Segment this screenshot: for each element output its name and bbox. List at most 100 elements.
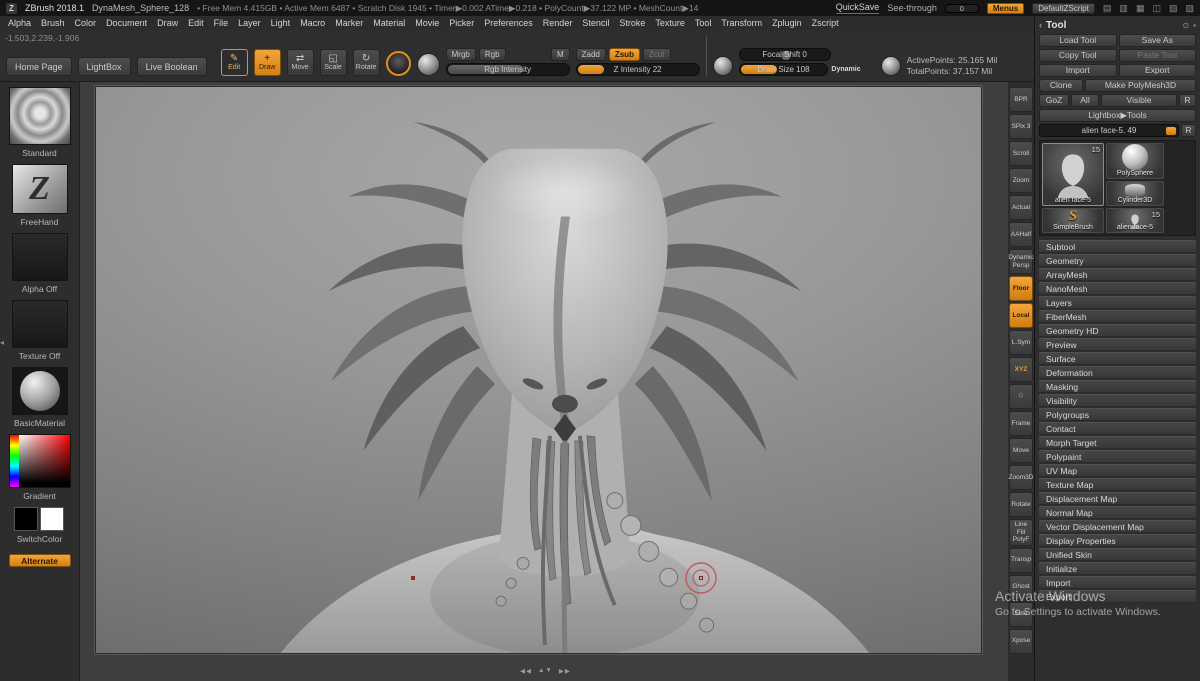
tool-section-header[interactable]: Masking [1039,380,1196,393]
menu-item[interactable]: Render [538,16,578,30]
see-through-slider[interactable]: 0 [945,4,979,13]
menu-item[interactable]: Texture [650,16,690,30]
mrgb-button[interactable]: Mrgb [446,48,476,61]
shelf-button[interactable]: Move [1009,438,1033,463]
rotate-mode-button[interactable]: ↻ Rotate [353,49,380,76]
focal-shift-slider[interactable]: Focal Shift 0 [739,48,831,61]
tool-section-header[interactable]: Contact [1039,422,1196,435]
tool-section-header[interactable]: Unified Skin [1039,548,1196,561]
zsub-button[interactable]: Zsub [609,48,640,61]
tool-section-header[interactable]: Visibility [1039,394,1196,407]
tool-thumbnail-cylinder3d[interactable]: Cylinder3D [1106,181,1164,206]
menu-item[interactable]: Document [101,16,152,30]
scroll-left-icon[interactable]: ◀◀ [520,667,532,675]
tool-section-header[interactable]: Displacement Map [1039,492,1196,505]
dock-palette-icon[interactable]: ▨ [1185,3,1194,14]
zcut-button[interactable]: Zcut [643,48,671,61]
lightbox-button[interactable]: LightBox [78,57,131,76]
menu-item[interactable]: Material [368,16,410,30]
tool-section-header[interactable]: Deformation [1039,366,1196,379]
menu-item[interactable]: Stroke [614,16,650,30]
scroll-right-icon[interactable]: ▶▶ [559,667,571,675]
alpha-thumbnail[interactable] [12,233,68,281]
tool-section-header[interactable]: UV Map [1039,464,1196,477]
tool-section-header[interactable]: NanoMesh [1039,282,1196,295]
shelf-button[interactable]: SPix 3 [1009,114,1033,139]
texture-thumbnail[interactable] [12,300,68,348]
shelf-button[interactable]: AAHalf [1009,222,1033,247]
tool-thumbnail-active[interactable]: 15 alien face-5 [1042,143,1104,206]
secondary-color-swatch[interactable] [40,507,64,531]
tool-section-header[interactable]: Display Properties [1039,534,1196,547]
saturation-value-square[interactable] [19,435,70,487]
menu-item[interactable]: Alpha [3,16,36,30]
tool-thumbnail-alienface[interactable]: 15 alien face-5 [1106,208,1164,233]
tool-section-header[interactable]: Polygroups [1039,408,1196,421]
tool-section-header[interactable]: Texture Map [1039,478,1196,491]
shelf-button[interactable]: Actual [1009,195,1033,220]
menu-item[interactable]: Picker [444,16,479,30]
shelf-button[interactable]: Zoom [1009,168,1033,193]
make-polymesh3d-button[interactable]: Make PolyMesh3D [1085,79,1196,92]
rgb-button[interactable]: Rgb [479,48,506,61]
slider-r-button[interactable]: R [1181,124,1196,137]
main-color-swatch[interactable] [14,507,38,531]
shelf-button[interactable]: Transp [1009,548,1033,573]
tool-section-header[interactable]: Export [1039,590,1196,603]
canvas-scroll-widget[interactable]: ◀◀ ▲▼ ▶▶ [520,667,571,675]
sculpting-viewport[interactable] [95,86,982,654]
menu-item[interactable]: Preferences [479,16,538,30]
menu-item[interactable]: Zscript [807,16,844,30]
panel-circle-icon[interactable]: ⊙ [1182,21,1189,30]
stroke-type-preview[interactable] [417,53,440,76]
goz-visible-button[interactable]: Visible [1101,94,1177,107]
shelf-button[interactable]: Line Fill PolyF [1009,519,1033,546]
dock-palette-icon[interactable]: ▥ [1119,3,1128,14]
save-as-button[interactable]: Save As [1119,34,1197,47]
current-brush-preview[interactable] [386,51,411,76]
shelf-button[interactable]: Zoom3D [1009,465,1033,490]
goz-r-button[interactable]: R [1179,94,1196,107]
scroll-updown-icon[interactable]: ▲▼ [538,667,553,675]
edit-mode-button[interactable]: ✎ Edit [221,49,248,76]
shelf-button[interactable]: Scroll [1009,141,1033,166]
menu-item[interactable]: Edit [183,16,209,30]
z-intensity-slider[interactable]: Z Intensity 22 [576,63,700,76]
scale-mode-button[interactable]: ◱ Scale [320,49,347,76]
tool-section-header[interactable]: Polypaint [1039,450,1196,463]
tray-collapse-handle[interactable]: ◂ [0,338,4,347]
shelf-button[interactable]: BPR [1009,87,1033,112]
menu-item[interactable]: Movie [410,16,444,30]
material-thumbnail[interactable] [12,367,68,415]
tool-section-header[interactable]: Vector Displacement Map [1039,520,1196,533]
shelf-button[interactable]: Ghost [1009,575,1033,600]
alternate-button[interactable]: Alternate [9,554,71,567]
copy-tool-button[interactable]: Copy Tool [1039,49,1117,62]
menu-item[interactable]: Brush [36,16,70,30]
dock-palette-icon[interactable]: ◫ [1152,3,1161,14]
menu-item[interactable]: Layer [233,16,266,30]
shelf-button[interactable]: Floor [1009,276,1033,301]
hue-strip[interactable] [10,435,19,487]
shelf-button[interactable]: Solo [1009,602,1033,627]
dock-palette-icon[interactable]: ▦ [1136,3,1145,14]
dock-palette-icon[interactable]: ▧ [1169,3,1178,14]
menu-item[interactable]: Tool [690,16,717,30]
clone-button[interactable]: Clone [1039,79,1083,92]
menu-item[interactable]: Color [70,16,102,30]
import-button[interactable]: Import [1039,64,1117,77]
move-mode-button[interactable]: ⇄ Move [287,49,314,76]
brush-thumbnail-standard[interactable] [9,87,71,145]
draw-mode-button[interactable]: + Draw [254,49,281,76]
shelf-button[interactable]: Frame [1009,411,1033,436]
color-picker[interactable] [9,434,71,488]
menu-item[interactable]: Marker [330,16,368,30]
tool-section-header[interactable]: Normal Map [1039,506,1196,519]
home-page-button[interactable]: Home Page [6,57,72,76]
shelf-button[interactable]: Rotate [1009,492,1033,517]
tool-thumbnail-simplebrush[interactable]: S SimpleBrush [1042,208,1104,233]
lightbox-tools-button[interactable]: Lightbox▶Tools [1039,109,1196,122]
draw-size-slider[interactable]: Draw Size 108 [739,63,829,76]
rgb-intensity-slider[interactable]: Rgb Intensity [446,63,570,76]
menu-item[interactable]: Zplugin [767,16,807,30]
